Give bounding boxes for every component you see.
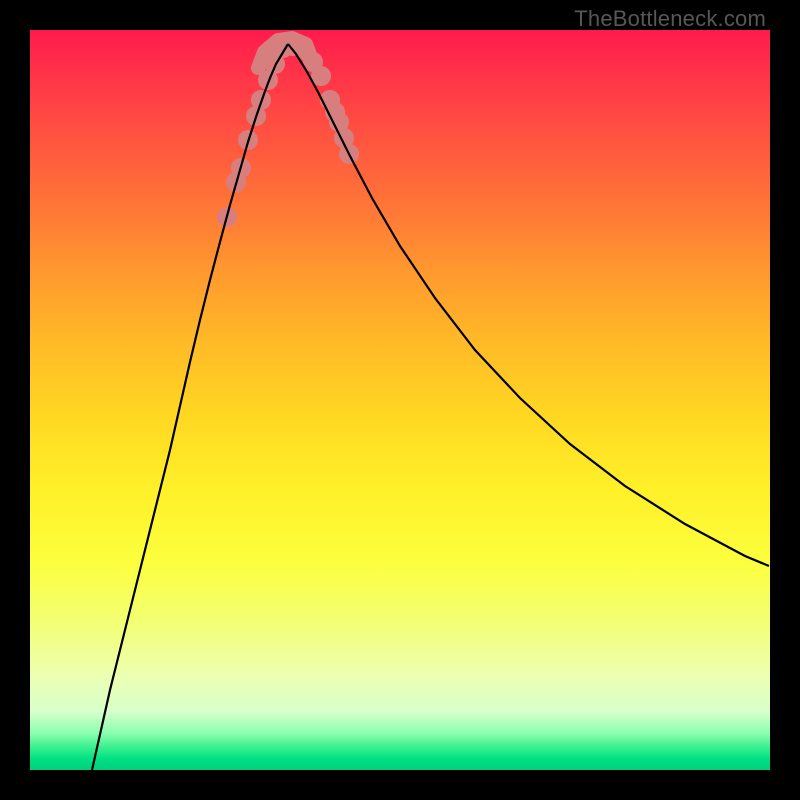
watermark-text: TheBottleneck.com — [574, 6, 766, 32]
plot-area — [30, 30, 770, 770]
chart-frame: TheBottleneck.com — [0, 0, 800, 800]
curves-layer — [30, 30, 770, 770]
left-curve — [92, 44, 288, 770]
right-curve — [288, 44, 769, 566]
